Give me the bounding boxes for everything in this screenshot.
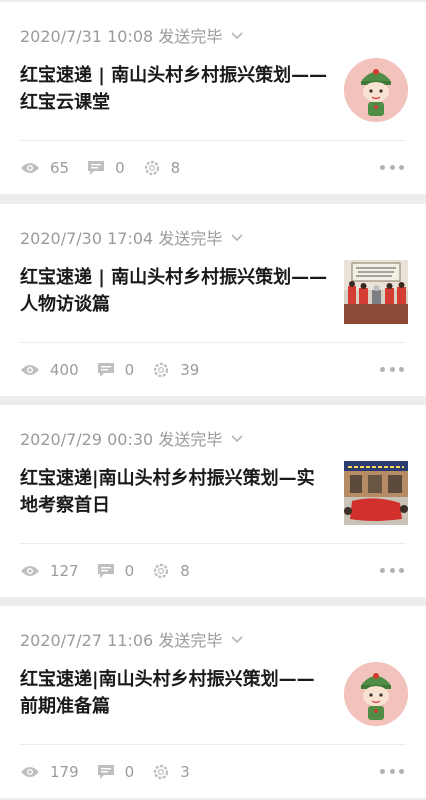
article-meta[interactable]: 2020/7/27 11:06 发送完毕 <box>20 626 244 652</box>
article-meta[interactable]: 2020/7/31 10:08 发送完毕 <box>20 22 244 48</box>
send-status-text: 2020/7/31 10:08 发送完毕 <box>20 27 223 46</box>
views-stat: 127 <box>20 562 79 580</box>
comments-stat: 0 <box>87 159 125 177</box>
views-count: 179 <box>50 763 79 781</box>
eye-icon <box>21 163 39 173</box>
send-status-text: 2020/7/27 11:06 发送完毕 <box>20 631 223 650</box>
mascot-avatar-icon <box>344 58 408 122</box>
comment-icon <box>97 765 114 779</box>
article-title[interactable]: 红宝速递 | 南山头村乡村振兴策划——红宝云课堂 <box>20 62 330 116</box>
comments-stat: 0 <box>97 562 135 580</box>
send-status-text: 2020/7/30 17:04 发送完毕 <box>20 229 223 248</box>
like-icon <box>144 160 159 176</box>
chevron-down-icon <box>231 32 243 40</box>
likes-stat: 8 <box>143 159 181 177</box>
comments-count: 0 <box>124 361 135 379</box>
comment-icon <box>97 363 114 377</box>
like-icon <box>153 764 169 780</box>
views-stat: 400 <box>20 361 79 379</box>
article-card[interactable]: 2020/7/27 11:06 发送完毕 红宝速递|南山头村乡村振兴策划——前期… <box>0 606 426 798</box>
likes-count: 39 <box>180 361 200 379</box>
comments-stat: 0 <box>97 361 135 379</box>
article-title[interactable]: 红宝速递|南山头村乡村振兴策划—实地考察首日 <box>20 465 330 519</box>
article-card[interactable]: 2020/7/30 17:04 发送完毕 红宝速递 | 南山头村乡村振兴策划——… <box>0 204 426 396</box>
photo-thumbnail <box>344 461 408 525</box>
likes-stat: 3 <box>152 763 190 781</box>
likes-count: 8 <box>180 562 190 580</box>
comment-icon <box>97 564 114 578</box>
article-title[interactable]: 红宝速递|南山头村乡村振兴策划——前期准备篇 <box>20 666 330 720</box>
comments-count: 0 <box>115 159 125 177</box>
eye-icon <box>21 365 39 375</box>
likes-count: 8 <box>170 159 181 177</box>
comment-icon <box>88 161 105 175</box>
divider <box>20 140 406 141</box>
chevron-down-icon <box>231 435 243 443</box>
more-options-icon[interactable] <box>380 766 404 776</box>
likes-count: 3 <box>180 763 190 781</box>
article-card[interactable]: 2020/7/31 10:08 发送完毕 红宝速递 | 南山头村乡村振兴策划——… <box>0 2 426 194</box>
article-stats: 127 0 8 <box>20 559 208 583</box>
comments-count: 0 <box>124 763 135 781</box>
article-meta[interactable]: 2020/7/30 17:04 发送完毕 <box>20 224 244 250</box>
views-count: 65 <box>50 159 70 177</box>
like-icon <box>153 362 169 378</box>
article-stats: 400 0 39 <box>20 358 217 382</box>
chevron-down-icon <box>231 234 243 242</box>
likes-stat: 8 <box>152 562 190 580</box>
more-options-icon[interactable] <box>380 565 404 575</box>
views-count: 127 <box>50 562 79 580</box>
comments-count: 0 <box>124 562 135 580</box>
eye-icon <box>21 566 39 576</box>
article-meta[interactable]: 2020/7/29 00:30 发送完毕 <box>20 425 244 451</box>
likes-stat: 39 <box>152 361 199 379</box>
divider <box>20 543 406 544</box>
comments-stat: 0 <box>97 763 135 781</box>
article-stats: 179 0 3 <box>20 760 208 784</box>
mascot-avatar-icon <box>344 662 408 726</box>
send-status-text: 2020/7/29 00:30 发送完毕 <box>20 430 223 449</box>
views-stat: 65 <box>20 159 69 177</box>
eye-icon <box>21 767 39 777</box>
divider <box>20 744 406 745</box>
photo-thumbnail <box>344 260 408 324</box>
chevron-down-icon <box>231 636 243 644</box>
article-stats: 65 0 8 <box>20 156 198 180</box>
views-stat: 179 <box>20 763 79 781</box>
article-card[interactable]: 2020/7/29 00:30 发送完毕 红宝速递|南山头村乡村振兴策划—实地考… <box>0 405 426 597</box>
divider <box>20 342 406 343</box>
article-title[interactable]: 红宝速递 | 南山头村乡村振兴策划——人物访谈篇 <box>20 264 330 318</box>
more-options-icon[interactable] <box>380 162 404 172</box>
views-count: 400 <box>50 361 79 379</box>
like-icon <box>153 563 169 579</box>
more-options-icon[interactable] <box>380 364 404 374</box>
